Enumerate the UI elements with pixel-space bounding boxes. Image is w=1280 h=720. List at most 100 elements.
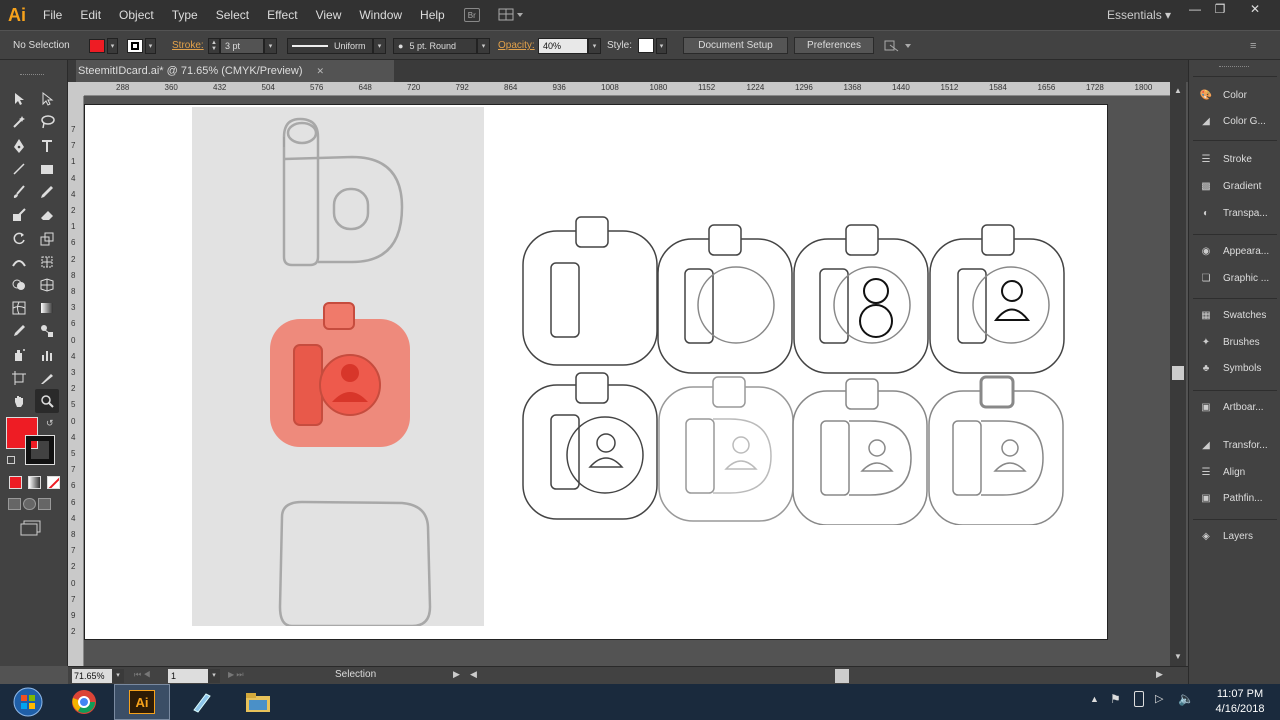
transform-options-button[interactable] [884,31,914,60]
panel-gradient[interactable]: ▩ Gradient [1197,176,1280,196]
line-segment-tool[interactable] [7,157,31,181]
screen-mode-button[interactable] [20,520,42,536]
start-button[interactable] [0,684,56,720]
document-setup-button[interactable]: Document Setup [683,31,788,60]
menu-object[interactable]: Object [110,0,163,30]
type-tool[interactable] [35,134,59,158]
scroll-right-icon[interactable]: ▶ [1156,669,1163,680]
magic-wand-tool[interactable] [7,110,31,134]
eyedropper-tool[interactable] [7,319,31,343]
artboard[interactable] [84,104,1108,640]
bridge-button[interactable]: Br [463,8,480,22]
preferences-button[interactable]: Preferences [794,31,874,60]
menu-window[interactable]: Window [350,0,411,30]
status-menu-arrow[interactable]: ▶ [453,669,460,680]
first-artboard-button[interactable]: ⏮ ◀ [134,670,151,680]
opacity-input[interactable]: 40% ▾ [538,31,601,60]
slice-tool[interactable] [35,366,59,390]
eraser-tool[interactable] [35,203,59,227]
pencil-tool[interactable] [35,180,59,204]
artboard-tool[interactable] [7,366,31,390]
default-colors-icon[interactable] [7,456,15,464]
gradient-tool[interactable] [35,296,59,320]
restore-button[interactable]: ❐ [1205,0,1235,18]
paintbrush-tool[interactable] [7,180,31,204]
selection-tool[interactable] [7,87,31,111]
menu-view[interactable]: View [307,0,351,30]
close-window-button[interactable]: ✕ [1240,0,1270,18]
reference-sketch-image[interactable] [192,107,484,628]
document-tab[interactable]: SteemitIDcard.ai* @ 71.65% (CMYK/Preview… [76,60,394,82]
variable-width-profile[interactable]: Uniform ▾ [287,31,386,60]
stroke-label[interactable]: Stroke: [172,31,204,60]
panel-brushes[interactable]: ✦ Brushes [1197,332,1280,352]
shape-builder-tool[interactable] [7,273,31,297]
taskbar-notepad[interactable] [172,684,228,720]
menu-select[interactable]: Select [207,0,258,30]
menu-edit[interactable]: Edit [71,0,110,30]
graphic-style-picker[interactable]: ▾ [638,31,667,60]
volume-icon[interactable]: 🔈 [1178,691,1194,707]
action-center-icon[interactable]: ⚑ [1110,692,1121,706]
blend-tool[interactable] [35,319,59,343]
artboard-number-field[interactable]: 1 [168,669,208,683]
next-artboard-button[interactable]: ▶ ⏭ [228,670,244,680]
taskbar-illustrator[interactable]: Ai [114,684,170,720]
workspace-switcher[interactable]: Essentials ▾ [1107,0,1171,30]
panel-align[interactable]: ☰ Align [1197,462,1280,482]
stroke-weight-input[interactable]: ▲ ▼ 3 pt ▾ [208,31,277,60]
vertical-scroll-thumb[interactable] [1172,366,1184,380]
horizontal-scroll-thumb[interactable] [835,669,849,683]
rotate-tool[interactable] [7,227,31,251]
scroll-up-icon[interactable]: ▲ [1174,86,1182,95]
artboard-dropdown[interactable]: ▾ [208,669,220,683]
fill-swatch[interactable]: ▾ [89,31,118,60]
zoom-level-field[interactable]: 71.65% [72,669,112,683]
arrange-documents-button[interactable] [498,8,524,22]
drawing-modes[interactable] [8,498,56,512]
panel-artboards[interactable]: ▣ Artboar... [1197,397,1280,417]
stroke-swatch[interactable]: ▾ [127,31,156,60]
panel-swatches[interactable]: ▦ Swatches [1197,305,1280,325]
taskbar-explorer[interactable] [230,684,286,720]
ruler-origin[interactable] [68,82,84,96]
none-mode-button[interactable] [47,476,60,489]
taskbar-chrome[interactable] [56,684,112,720]
swap-colors-icon[interactable]: ↺ [46,418,54,429]
hand-tool[interactable] [7,389,31,413]
menu-effect[interactable]: Effect [258,0,306,30]
lasso-tool[interactable] [35,110,59,134]
panel-color[interactable]: 🎨 Color [1197,85,1280,105]
panel-menu-button[interactable]: ≡ [1250,31,1256,60]
panel-color-guide[interactable]: ◢ Color G... [1197,111,1280,131]
menu-help[interactable]: Help [411,0,454,30]
vertical-ruler[interactable]: 7 7 1 4 4 2 1 6 2 8 8 3 6 0 4 3 2 5 0 4 5 7 6 6 4 8 7 2 0 7 9 2 [68,96,84,666]
close-tab-icon[interactable]: ✕ [317,66,325,77]
symbol-sprayer-tool[interactable] [7,343,31,367]
mesh-tool[interactable] [7,296,31,320]
blob-brush-tool[interactable] [7,203,31,227]
width-tool[interactable] [7,250,31,274]
zoom-dropdown[interactable]: ▾ [112,669,124,683]
menu-file[interactable]: File [34,0,71,30]
canvas[interactable] [84,96,1170,666]
column-graph-tool[interactable] [35,343,59,367]
scroll-left-icon[interactable]: ◀ [470,669,477,680]
horizontal-ruler[interactable]: 288 360 432 504 576 648 720 792 864 936 1008 1080 11… [84,82,1170,96]
pen-tool[interactable] [7,134,31,158]
id-card-icon-variants[interactable] [515,205,1075,525]
panel-transform[interactable]: ◢ Transfor... [1197,435,1280,455]
color-mode-button[interactable] [9,476,22,489]
panel-appearance[interactable]: ◉ Appeara... [1197,241,1280,261]
gradient-mode-button[interactable] [28,476,41,489]
stroke-color-box[interactable] [25,435,55,465]
rectangle-tool[interactable] [35,157,59,181]
brush-definition[interactable]: ● 5 pt. Round ▾ [393,31,490,60]
battery-icon[interactable] [1134,691,1144,707]
panel-transparency[interactable]: ◐ Transpa... [1197,203,1280,223]
tray-expand-icon[interactable]: ▲ [1090,694,1099,704]
panel-layers[interactable]: ◈ Layers [1197,526,1280,546]
direct-selection-tool[interactable] [35,87,59,111]
scroll-down-icon[interactable]: ▼ [1174,652,1182,661]
network-icon[interactable]: ▷ [1155,692,1163,705]
